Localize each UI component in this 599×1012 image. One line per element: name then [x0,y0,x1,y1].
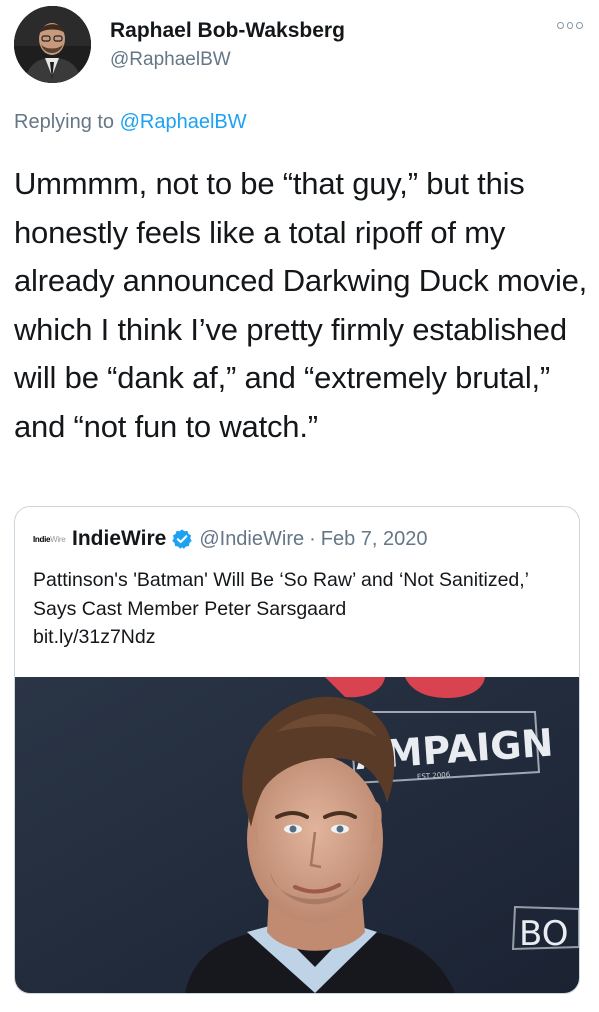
quoted-tweet-text: Pattinson's 'Batman' Will Be ‘So Raw’ an… [33,566,563,652]
quoted-date[interactable]: Feb 7, 2020 [321,528,428,551]
author-name[interactable]: Raphael Bob-Waksberg [110,19,345,43]
quoted-tweet-header: Indie Wire IndieWire @IndieWire · Feb 7, … [33,524,428,554]
quoted-author-name[interactable]: IndieWire [72,527,166,551]
quoted-image[interactable]: AMPAIGN EST 2006 BO [15,677,579,993]
quoted-tweet[interactable]: Indie Wire IndieWire @IndieWire · Feb 7, … [14,506,580,994]
indiewire-logo: Indie Wire [33,531,66,547]
author-handle[interactable]: @RaphaelBW [110,49,231,71]
meta-separator: · [309,527,316,550]
quoted-link[interactable]: bit.ly/31z7Ndz [33,623,563,652]
more-options-icon[interactable] [557,18,584,32]
verified-badge-icon [172,529,193,549]
replying-to-label: Replying to [14,111,115,133]
author-avatar[interactable] [14,6,91,83]
tweet-text: Ummmm, not to be “that guy,” but this ho… [14,166,588,444]
reply-mention-link[interactable]: @RaphaelBW [120,111,247,133]
replying-to: Replying to @RaphaelBW [14,111,247,134]
image-corner-text: BO [519,914,569,954]
quoted-author-handle[interactable]: @IndieWire [199,528,304,551]
quoted-headline: Pattinson's 'Batman' Will Be ‘So Raw’ an… [33,569,529,620]
logo-text-1: Indie [33,534,51,544]
logo-text-2: Wire [50,534,66,544]
tweet-header: Raphael Bob-Waksberg @RaphaelBW [14,6,585,86]
